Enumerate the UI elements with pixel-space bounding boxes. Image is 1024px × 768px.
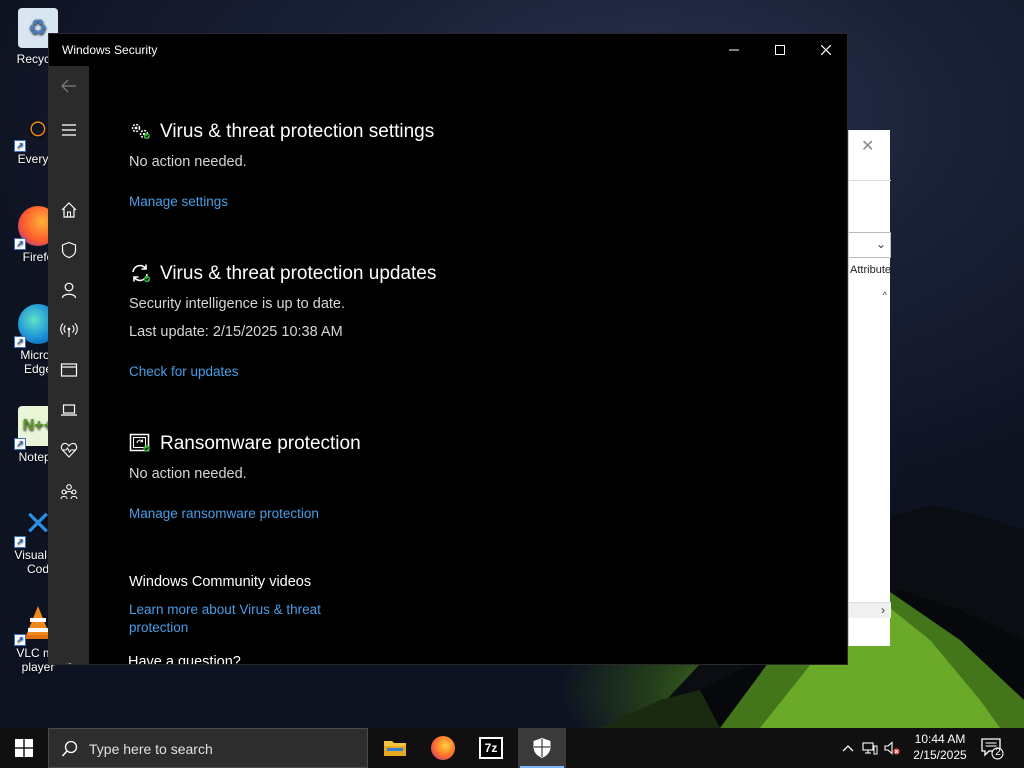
vertical-scrollbar[interactable] xyxy=(847,229,848,485)
sidebar-item-family-options[interactable] xyxy=(49,472,89,512)
browser-window-icon xyxy=(60,363,78,377)
manage-settings-link[interactable]: Manage settings xyxy=(129,194,228,209)
last-update-text: Last update: 2/15/2025 10:38 AM xyxy=(129,324,343,340)
clock-time: 10:44 AM xyxy=(914,732,966,746)
7zip-icon: 7z xyxy=(479,737,503,759)
taskbar: Type here to search 7z 10:44 AM 2/15/202… xyxy=(0,728,1024,768)
network-icon[interactable] xyxy=(862,740,878,756)
close-icon xyxy=(821,45,831,55)
sidebar-item-account-protection[interactable] xyxy=(49,270,89,310)
taskbar-app-7zip[interactable]: 7z xyxy=(467,728,515,768)
notification-count: 2 xyxy=(995,747,1001,758)
section-title-protection-updates: Virus & threat protection updates xyxy=(160,263,437,284)
refresh-icon xyxy=(132,264,151,283)
folder-icon xyxy=(384,741,406,756)
horizontal-scrollbar[interactable]: › xyxy=(849,602,891,618)
have-a-question-heading: Have a question? xyxy=(128,654,241,665)
protection-settings-status: No action needed. xyxy=(129,154,247,170)
sidebar xyxy=(49,66,89,664)
search-icon xyxy=(61,740,78,757)
sidebar-item-home[interactable] xyxy=(49,190,89,230)
clock[interactable]: 10:44 AM 2/15/2025 xyxy=(905,731,975,763)
learn-more-link-line1[interactable]: Learn more about Virus & threat xyxy=(129,602,321,617)
person-icon xyxy=(61,282,77,299)
volume-muted-icon[interactable] xyxy=(884,740,900,756)
home-icon xyxy=(61,202,77,218)
minimize-icon xyxy=(729,49,739,51)
community-videos-heading: Windows Community videos xyxy=(129,574,312,590)
column-header: Attribute xyxy=(850,264,891,276)
taskbar-app-windows-security[interactable] xyxy=(518,728,566,768)
updates-status: Security intelligence is up to date. xyxy=(129,296,346,312)
check-for-updates-link[interactable]: Check for updates xyxy=(129,364,239,379)
sidebar-item-menu[interactable] xyxy=(49,110,89,150)
family-icon xyxy=(60,484,78,500)
dropdown[interactable]: ⌄ xyxy=(849,232,891,258)
sidebar-item-virus-protection[interactable] xyxy=(49,230,89,270)
background-window[interactable]: ✕ ⌄ Attribute ^ › xyxy=(848,130,891,646)
hamburger-menu-icon xyxy=(62,124,76,136)
windows-security-window: Windows Security Virus & threat protecti… xyxy=(48,33,848,665)
notification-center-button[interactable]: 2 xyxy=(980,736,1004,760)
shield-icon xyxy=(533,738,551,758)
learn-more-link-line2[interactable]: protection xyxy=(129,620,188,635)
sidebar-item-device-performance[interactable] xyxy=(49,430,89,470)
laptop-icon xyxy=(61,404,77,416)
taskbar-search-box[interactable]: Type here to search xyxy=(48,728,368,768)
chevron-down-icon: ⌄ xyxy=(875,237,886,251)
maximize-button[interactable] xyxy=(757,34,803,66)
divider xyxy=(849,180,891,181)
search-placeholder: Type here to search xyxy=(89,741,213,757)
taskbar-app-firefox[interactable] xyxy=(419,728,467,768)
windows-logo-icon xyxy=(15,739,33,757)
network-antenna-icon xyxy=(60,323,78,337)
settings-gears-icon xyxy=(131,123,150,139)
window-title: Windows Security xyxy=(62,43,158,57)
section-title-ransomware: Ransomware protection xyxy=(160,433,361,454)
shield-icon xyxy=(61,241,77,259)
sidebar-item-settings[interactable] xyxy=(49,650,89,664)
title-bar[interactable]: Windows Security xyxy=(49,34,847,66)
chevron-up-icon[interactable] xyxy=(840,740,856,756)
chevron-right-icon[interactable]: › xyxy=(881,603,885,617)
sort-caret-icon: ^ xyxy=(882,290,887,300)
close-button[interactable] xyxy=(803,34,847,66)
sidebar-item-firewall[interactable] xyxy=(49,310,89,350)
gear-icon xyxy=(66,663,72,664)
sidebar-item-app-browser-control[interactable] xyxy=(49,350,89,390)
close-icon[interactable]: ✕ xyxy=(861,136,874,156)
manage-ransomware-link[interactable]: Manage ransomware protection xyxy=(129,506,319,521)
taskbar-app-file-explorer[interactable] xyxy=(371,728,419,768)
minimize-button[interactable] xyxy=(711,34,757,66)
clock-date: 2/15/2025 xyxy=(913,748,967,762)
maximize-icon xyxy=(775,45,785,55)
heart-pulse-icon xyxy=(60,442,78,458)
firefox-icon xyxy=(431,736,455,760)
ransomware-status: No action needed. xyxy=(129,466,247,482)
back-arrow-icon xyxy=(61,79,76,93)
section-title-protection-settings: Virus & threat protection settings xyxy=(160,121,435,142)
sidebar-item-back[interactable] xyxy=(49,66,89,106)
start-button[interactable] xyxy=(0,728,48,768)
ransomware-folder-icon xyxy=(129,433,150,452)
sidebar-item-device-security[interactable] xyxy=(49,390,89,430)
main-content: Virus & threat protection settings No ac… xyxy=(89,66,847,665)
